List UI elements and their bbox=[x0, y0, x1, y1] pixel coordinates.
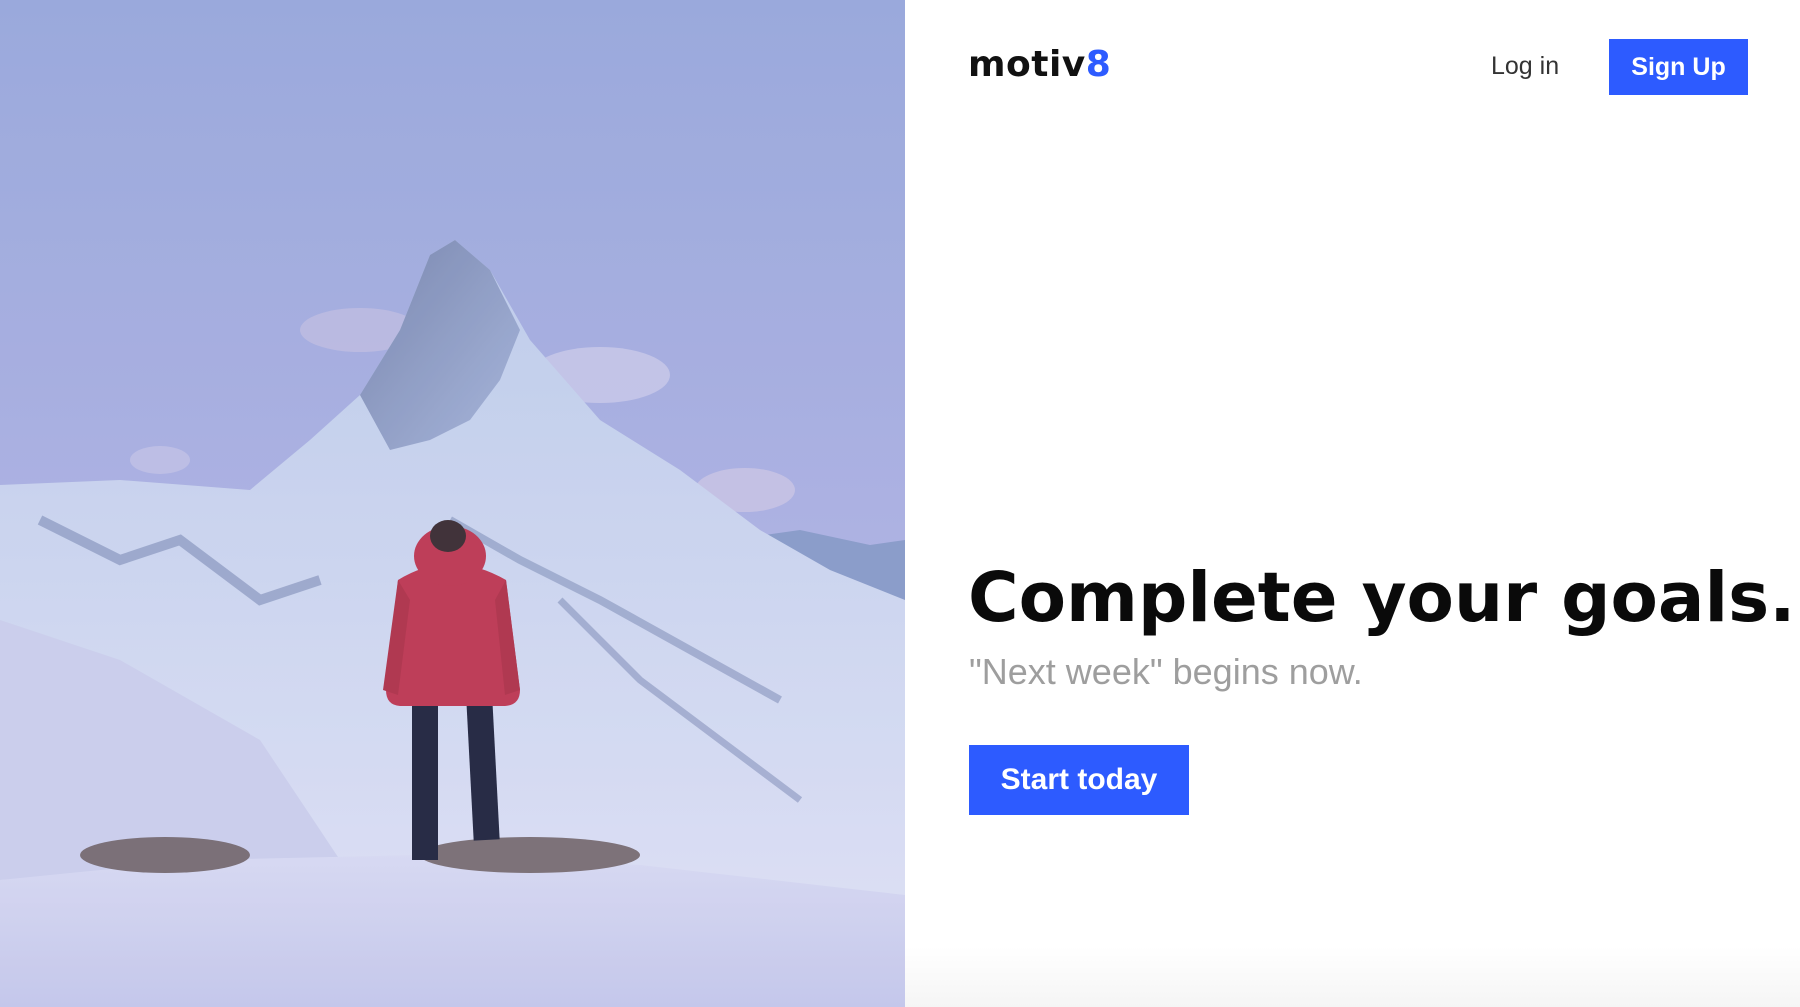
hero-image bbox=[0, 0, 905, 1007]
landing-page: motiv8 Log in Sign Up Complete your goal… bbox=[0, 0, 1800, 1007]
signup-button[interactable]: Sign Up bbox=[1609, 39, 1748, 95]
mountain-hiker-photo bbox=[0, 0, 905, 1007]
brand-logo[interactable]: motiv8 bbox=[968, 44, 1111, 85]
login-link[interactable]: Log in bbox=[1491, 52, 1559, 81]
logo-text: motiv bbox=[968, 44, 1086, 85]
page-headline: Complete your goals. bbox=[968, 558, 1796, 638]
content-panel: motiv8 Log in Sign Up Complete your goal… bbox=[905, 0, 1800, 1007]
logo-accent: 8 bbox=[1085, 44, 1112, 85]
tagline: "Next week" begins now. bbox=[969, 651, 1363, 692]
start-today-button[interactable]: Start today bbox=[969, 745, 1189, 815]
